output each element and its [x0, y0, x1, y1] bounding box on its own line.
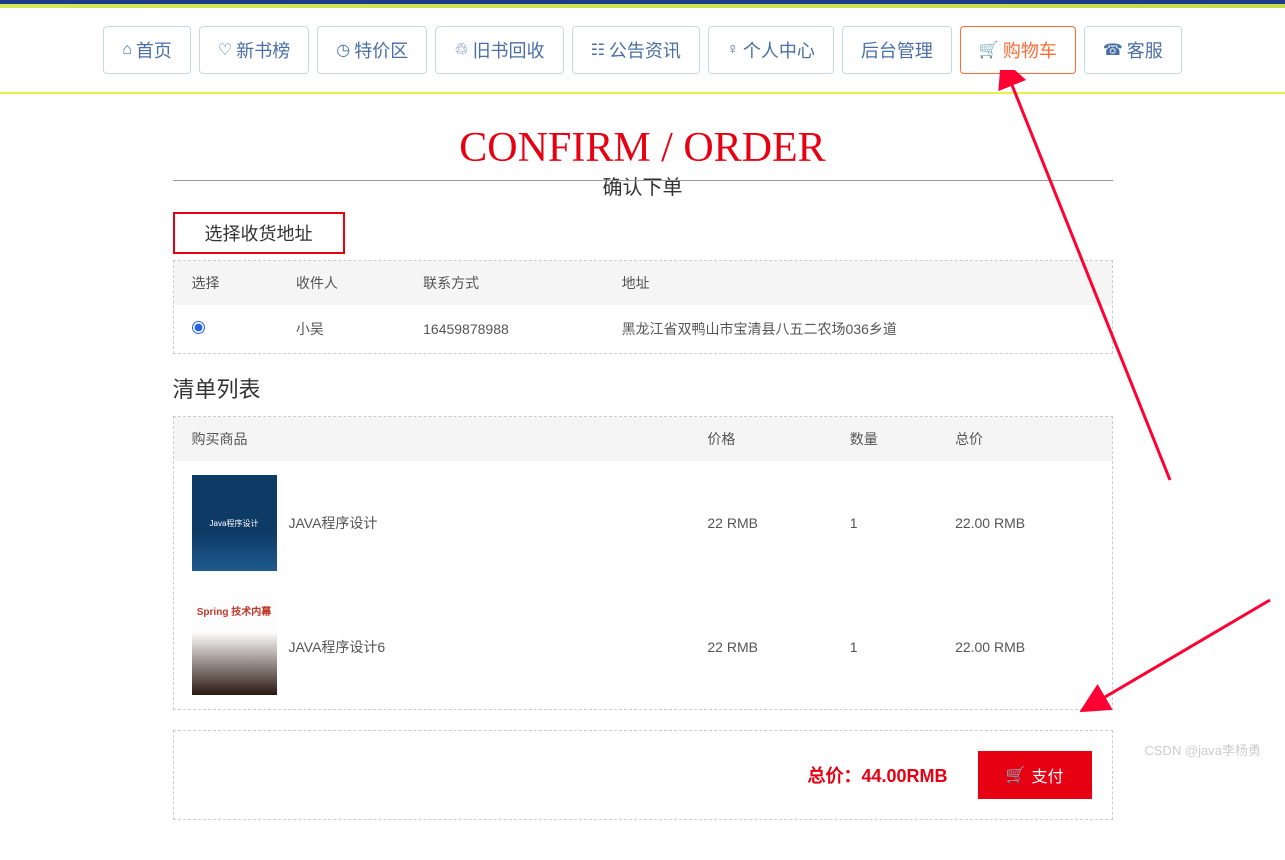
nav-home[interactable]: ⌂首页 [103, 26, 191, 74]
cart-icon: 🛒 [1006, 765, 1026, 785]
watermark: CSDN @java李杨勇 [1145, 740, 1262, 759]
pay-button[interactable]: 🛒 支付 [978, 751, 1092, 799]
page-title-cn: 确认下单 [591, 171, 695, 200]
total-value: 44.00RMB [862, 766, 948, 786]
item-name: JAVA程序设计6 [289, 637, 386, 657]
news-icon: ☷ [591, 40, 605, 60]
nav-recycle[interactable]: ♲旧书回收 [435, 26, 563, 74]
address-recipient: 小吴 [278, 305, 405, 353]
divider [173, 180, 1113, 181]
nav-cart[interactable]: 🛒购物车 [960, 26, 1076, 74]
address-contact: 16459878988 [405, 305, 603, 353]
headset-icon: ☎ [1103, 40, 1123, 60]
item-th-total: 总价 [937, 417, 1111, 461]
recycle-icon: ♲ [454, 40, 468, 60]
nav-home-label: 首页 [136, 37, 172, 63]
item-total: 22.00 RMB [937, 585, 1111, 709]
home-icon: ⌂ [122, 41, 132, 59]
total-text: 总价：44.00RMB [808, 762, 948, 788]
nav-personal-label: 个人中心 [743, 37, 815, 63]
nav-admin-label: 后台管理 [861, 37, 933, 63]
item-qty: 1 [832, 461, 937, 585]
address-address: 黑龙江省双鸭山市宝清县八五二农场036乡道 [604, 305, 1112, 353]
nav-special-label: 特价区 [354, 37, 408, 63]
content: CONFIRM / ORDER 确认下单 选择收货地址 选择 收件人 联系方式 … [153, 124, 1133, 860]
item-total: 22.00 RMB [937, 461, 1111, 585]
top-bar [0, 0, 1285, 8]
tag-icon: ♡ [218, 40, 232, 60]
addr-th-recipient: 收件人 [278, 261, 405, 305]
item-name: JAVA程序设计 [289, 513, 378, 533]
nav-cart-label: 购物车 [1003, 37, 1057, 63]
footer-row: 总价：44.00RMB 🛒 支付 [173, 730, 1113, 820]
nav-admin[interactable]: 后台管理 [842, 26, 952, 74]
address-table-wrap: 选择 收件人 联系方式 地址 小吴 16459878988 黑龙江省双鸭山市宝清… [173, 260, 1113, 354]
book-cover: Spring 技术内幕 [192, 599, 277, 695]
item-row: Spring 技术内幕 JAVA程序设计6 22 RMB 1 22.00 RMB [174, 585, 1112, 709]
addr-th-contact: 联系方式 [405, 261, 603, 305]
nav-recycle-label: 旧书回收 [473, 37, 545, 63]
address-radio[interactable] [192, 321, 205, 334]
nav-news[interactable]: ☷公告资讯 [572, 26, 700, 74]
pay-label: 支付 [1031, 763, 1063, 787]
list-section-label: 清单列表 [173, 372, 1113, 404]
nav-service-label: 客服 [1127, 37, 1163, 63]
nav-news-label: 公告资讯 [609, 37, 681, 63]
clock-icon: ◷ [336, 40, 350, 60]
item-row: Java程序设计 JAVA程序设计 22 RMB 1 22.00 RMB [174, 461, 1112, 585]
item-qty: 1 [832, 585, 937, 709]
total-label: 总价： [808, 766, 862, 786]
address-section-label: 选择收货地址 [173, 212, 345, 254]
page-title-en: CONFIRM / ORDER [173, 124, 1113, 172]
address-table: 选择 收件人 联系方式 地址 小吴 16459878988 黑龙江省双鸭山市宝清… [174, 261, 1112, 353]
item-price: 22 RMB [689, 461, 831, 585]
nav-newbooks[interactable]: ♡新书榜 [199, 26, 309, 74]
address-row: 小吴 16459878988 黑龙江省双鸭山市宝清县八五二农场036乡道 [174, 305, 1112, 353]
nav-newbooks-label: 新书榜 [236, 37, 290, 63]
nav-special[interactable]: ◷特价区 [317, 26, 427, 74]
item-th-qty: 数量 [832, 417, 937, 461]
nav-bar: ⌂首页 ♡新书榜 ◷特价区 ♲旧书回收 ☷公告资讯 ♀个人中心 后台管理 🛒购物… [0, 8, 1285, 94]
item-price: 22 RMB [689, 585, 831, 709]
item-table-wrap: 购买商品 价格 数量 总价 Java程序设计 JAVA程序设计 22 RMB 1 [173, 416, 1113, 710]
item-th-product: 购买商品 [174, 417, 690, 461]
item-table: 购买商品 价格 数量 总价 Java程序设计 JAVA程序设计 22 RMB 1 [174, 417, 1112, 709]
cart-icon: 🛒 [979, 40, 999, 60]
nav-personal[interactable]: ♀个人中心 [708, 26, 834, 74]
nav-service[interactable]: ☎客服 [1084, 26, 1182, 74]
addr-th-select: 选择 [174, 261, 278, 305]
user-icon: ♀ [727, 41, 739, 59]
addr-th-address: 地址 [604, 261, 1112, 305]
item-th-price: 价格 [689, 417, 831, 461]
book-cover: Java程序设计 [192, 475, 277, 571]
